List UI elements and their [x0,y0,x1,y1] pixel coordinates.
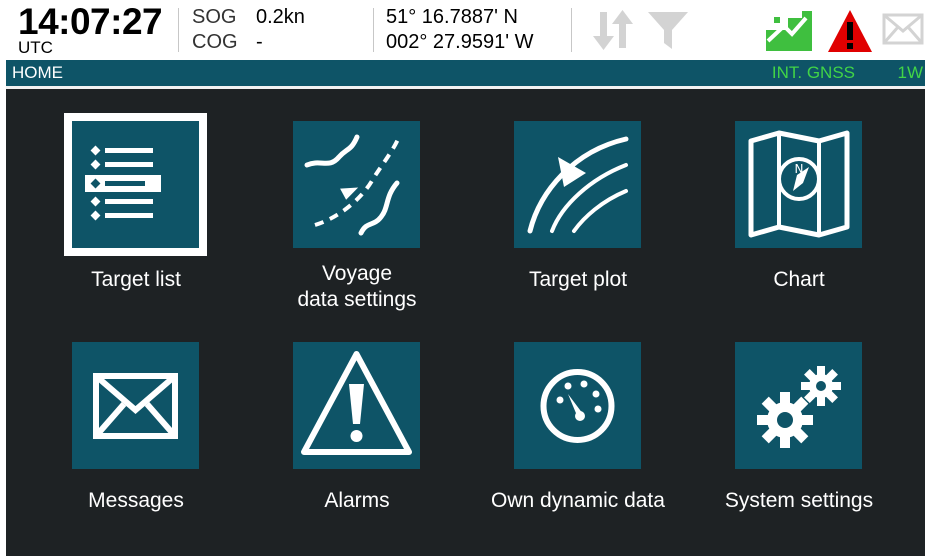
tile-label: Voyage data settings [262,261,452,313]
alarm-warning-icon[interactable] [826,8,874,59]
warning-icon [293,342,420,469]
gears-icon [735,342,862,469]
transfer-arrows-icon[interactable] [591,8,637,57]
gnss-source-status: INT. GNSS [771,63,855,82]
filter-icon[interactable] [646,9,690,56]
longitude-value: 002° 27.9591' W [386,31,534,53]
tile-label-line: data settings [297,288,417,311]
tile-label: Target list [91,268,181,291]
home-screen: 14:07:27 UTC SOG 0.2kn COG - 51° 16.7887… [6,0,925,556]
tile-label-line: Voyage [321,262,393,285]
header-separator [571,8,572,52]
header-separator [373,8,374,52]
target-list-icon [64,113,207,256]
tile-label: Chart [773,268,825,291]
target-plot-icon [514,121,641,248]
gnss-antenna-icon[interactable] [766,8,816,57]
chart-map-icon: N [735,121,862,248]
message-envelope-icon[interactable] [882,13,924,50]
transmit-power-status: 1W [897,63,924,82]
tile-label: Target plot [528,268,628,291]
cog-value: - [256,31,263,53]
page-title: HOME [12,63,63,82]
sog-label: SOG [192,6,237,28]
envelope-icon [72,342,199,469]
cog-label: COG [192,31,238,53]
header-divider [6,86,925,89]
gauge-icon [514,342,641,469]
tile-label: Messages [88,489,184,512]
tile-label: Own dynamic data [491,489,665,512]
voyage-data-icon [293,121,420,248]
sog-value: 0.2kn [256,6,305,28]
svg-text:N: N [795,162,804,176]
latitude-value: 51° 16.7887' N [386,6,518,28]
tile-label: System settings [724,489,874,512]
status-bar: HOME INT. GNSS 1W [6,60,925,86]
header-separator [178,8,179,52]
tile-label: Alarms [324,489,390,512]
clock-timezone: UTC [18,38,53,57]
clock-time: 14:07:27 [18,1,163,42]
header-bar: 14:07:27 UTC SOG 0.2kn COG - 51° 16.7887… [6,0,925,60]
